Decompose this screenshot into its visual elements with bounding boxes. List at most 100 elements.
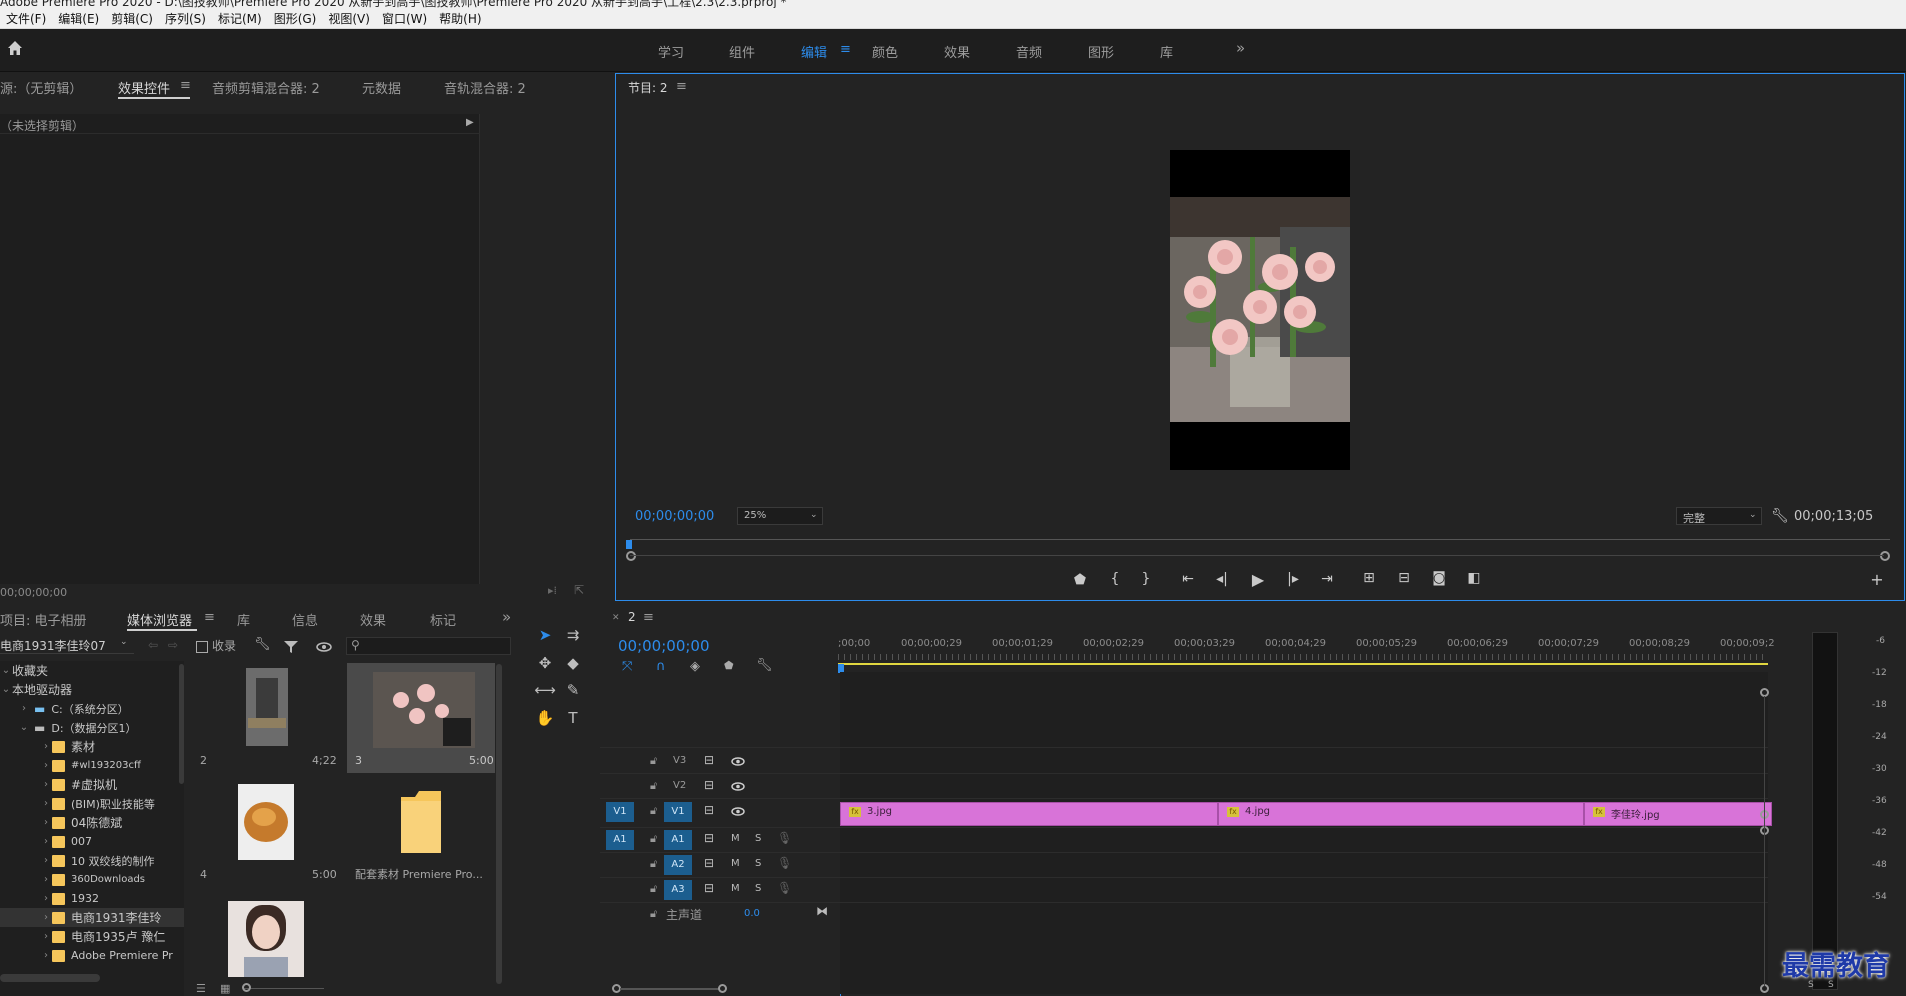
- mute-button[interactable]: M: [731, 858, 740, 869]
- solo-button[interactable]: S: [755, 833, 761, 844]
- tab-libraries[interactable]: 库: [237, 610, 250, 629]
- zoom-handle-left[interactable]: [626, 551, 636, 561]
- master-collapse-icon[interactable]: ⧓: [816, 904, 828, 918]
- master-volume-value[interactable]: 0.0: [744, 908, 760, 919]
- add-button-icon[interactable]: +: [1866, 570, 1888, 589]
- selection-tool-icon[interactable]: ➤: [534, 624, 556, 646]
- menu-graphics[interactable]: 图形(G): [268, 10, 323, 27]
- zoom-handle-right[interactable]: [1880, 551, 1890, 561]
- tree-item-folder[interactable]: › #wl193203cff: [40, 756, 141, 775]
- tree-item-folder[interactable]: › 1932: [40, 889, 99, 908]
- mark-out-icon[interactable]: }: [1135, 571, 1157, 587]
- slider-handle[interactable]: [242, 983, 251, 992]
- thumbnail-item[interactable]: 4 5:00: [190, 777, 338, 887]
- workspace-tab-libraries[interactable]: 库: [1160, 42, 1173, 61]
- lock-icon[interactable]: 🔓︎: [650, 754, 657, 768]
- eye-icon[interactable]: [731, 807, 745, 816]
- timeline-timecode[interactable]: 00;00;00;00: [618, 637, 710, 655]
- tree-item-folder[interactable]: › (BIM)职业技能等: [40, 794, 155, 813]
- lock-icon[interactable]: 🔓︎: [650, 832, 657, 846]
- sync-lock-icon[interactable]: ⊟: [704, 881, 714, 895]
- microphone-icon[interactable]: 🎙︎: [777, 831, 792, 845]
- tree-item-folder[interactable]: › 电商1935卢 豫仁: [40, 927, 165, 946]
- icon-view-icon[interactable]: ▦: [220, 982, 230, 995]
- tree-item-local-drives[interactable]: ⌄ 本地驱动器: [0, 680, 72, 699]
- sync-lock-icon[interactable]: ⊟: [704, 753, 714, 767]
- add-marker-icon[interactable]: ◈: [690, 659, 700, 674]
- workspace-tab-effects[interactable]: 效果: [944, 42, 970, 61]
- eye-icon[interactable]: [731, 757, 745, 766]
- program-timecode[interactable]: 00;00;00;00: [635, 509, 714, 524]
- track-select-tool-icon[interactable]: ⇉: [562, 624, 584, 646]
- eye-icon[interactable]: [316, 642, 332, 652]
- add-marker-icon[interactable]: ⬟: [1069, 572, 1091, 588]
- tab-audio-track-mixer[interactable]: 音轨混合器: 2: [444, 78, 526, 97]
- clip[interactable]: fx 3.jpg: [840, 802, 1218, 826]
- source-patch-v1[interactable]: V1: [606, 802, 634, 822]
- snap-icon[interactable]: ⤧: [622, 659, 632, 674]
- mute-button[interactable]: M: [731, 833, 740, 844]
- search-input[interactable]: ⚲: [346, 637, 511, 655]
- slip-tool-icon[interactable]: ⟷: [534, 679, 556, 701]
- workspace-tab-graphics[interactable]: 图形: [1088, 42, 1114, 61]
- sync-lock-icon[interactable]: ⊟: [704, 778, 714, 792]
- tree-item-drive-c[interactable]: › ▬ C:（系统分区）: [18, 699, 129, 718]
- eye-icon[interactable]: [731, 782, 745, 791]
- workspace-tab-learn[interactable]: 学习: [658, 42, 684, 61]
- tab-info[interactable]: 信息: [292, 610, 318, 629]
- lock-icon[interactable]: 🔓︎: [650, 779, 657, 793]
- hand-tool-icon[interactable]: ✋: [534, 707, 556, 729]
- wrench-icon[interactable]: 🔧︎: [1771, 508, 1789, 524]
- home-icon[interactable]: [6, 39, 24, 57]
- workspace-tab-audio[interactable]: 音频: [1016, 42, 1042, 61]
- panel-menu-icon[interactable]: ≡: [204, 610, 215, 625]
- thumbnail-item-selected[interactable]: 3 5:00: [347, 663, 495, 773]
- type-tool-icon[interactable]: T: [562, 707, 584, 729]
- lock-icon[interactable]: 🔓︎: [650, 857, 657, 871]
- work-area-bar[interactable]: [838, 663, 1768, 665]
- step-forward-icon[interactable]: |▸: [1282, 571, 1304, 587]
- thumbnail-item[interactable]: 2 4;22: [190, 663, 338, 773]
- tree-item-favorites[interactable]: ⌄ 收藏夹: [0, 661, 48, 680]
- tab-effects[interactable]: 效果: [360, 610, 386, 629]
- play-icon[interactable]: ▶: [1247, 570, 1269, 589]
- zoom-dropdown[interactable]: 25% ⌄: [737, 507, 823, 525]
- panel-menu-icon[interactable]: ≡: [643, 610, 654, 625]
- menu-help[interactable]: 帮助(H): [433, 10, 487, 27]
- track-target-a1[interactable]: A1: [664, 830, 692, 850]
- menu-file[interactable]: 文件(F): [0, 10, 52, 27]
- sync-lock-icon[interactable]: ⊟: [704, 803, 714, 817]
- export-frame-icon[interactable]: ◙: [1428, 570, 1450, 586]
- tree-item-folder-selected[interactable]: › 电商1931李佳玲: [40, 908, 162, 927]
- workspace-tab-editing[interactable]: 编辑: [801, 42, 827, 61]
- tree-item-folder[interactable]: › 10 双绞线的制作: [40, 851, 155, 870]
- grid-vscrollbar[interactable]: [496, 664, 502, 984]
- hscroll-bar[interactable]: [620, 988, 720, 990]
- path-dropdown[interactable]: 电商1931李佳玲07 ⌄: [0, 637, 134, 654]
- tree-item-folder[interactable]: › Adobe Premiere Pr: [40, 946, 173, 965]
- thumbnail-item[interactable]: [190, 891, 338, 981]
- go-to-in-icon[interactable]: ⇤: [1177, 571, 1199, 587]
- nav-forward-icon[interactable]: ⇨: [168, 638, 178, 652]
- sync-lock-icon[interactable]: ⊟: [704, 856, 714, 870]
- menu-view[interactable]: 视图(V): [322, 10, 376, 27]
- program-scrub-bar[interactable]: [630, 539, 1890, 540]
- program-monitor-title[interactable]: 节目: 2: [628, 79, 668, 96]
- tree-item-folder[interactable]: › 04陈德斌: [40, 813, 122, 832]
- tree-vscrollbar[interactable]: [179, 664, 184, 784]
- compare-icon[interactable]: ◧: [1463, 570, 1485, 586]
- vscroll-track[interactable]: [1764, 696, 1765, 986]
- wrench-icon[interactable]: 🔧︎: [254, 637, 271, 652]
- menu-edit[interactable]: 编辑(E): [52, 10, 105, 27]
- track-area[interactable]: [840, 672, 1768, 994]
- tree-item-folder[interactable]: › #虚拟机: [40, 775, 117, 794]
- track-target-v1[interactable]: V1: [664, 802, 692, 822]
- microphone-icon[interactable]: 🎙︎: [777, 856, 792, 870]
- timeline-tab[interactable]: 2: [628, 610, 636, 624]
- tab-project[interactable]: 项目: 电子相册: [0, 610, 87, 629]
- menu-window[interactable]: 窗口(W): [376, 10, 433, 27]
- track-target-a2[interactable]: A2: [664, 855, 692, 875]
- clip[interactable]: fx 4.jpg: [1218, 802, 1584, 826]
- panel-menu-icon[interactable]: ≡: [180, 78, 191, 93]
- tab-markers[interactable]: 标记: [430, 610, 456, 629]
